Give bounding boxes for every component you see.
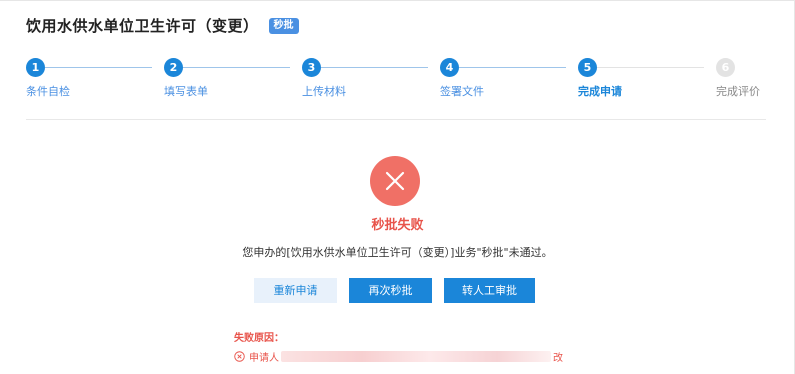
fail-reason-title: 失败原因： [234, 333, 284, 344]
step-connector [597, 67, 704, 68]
step-5-circle: 5 [578, 58, 597, 77]
step-6-circle: 6 [716, 58, 735, 77]
fail-reason-text-start: 申请人 [249, 353, 279, 364]
step-connector [45, 67, 152, 68]
step-connector [459, 67, 566, 68]
step-connector [183, 67, 290, 68]
step-3-circle: 3 [302, 58, 321, 77]
step-2-label: 填写表单 [164, 85, 208, 98]
step-2-circle: 2 [164, 58, 183, 77]
result-title: 秒批失败 [371, 218, 424, 233]
step-4-circle: 4 [440, 58, 459, 77]
step-3-label: 上传材料 [302, 85, 346, 98]
step-6-label: 完成评价 [716, 85, 760, 98]
result-message: 您申办的[饮用水供水单位卫生许可（变更）]业务"秒批"未通过。 [242, 246, 553, 259]
fail-reason-text-end: 改 [553, 353, 563, 364]
redacted-text [281, 351, 551, 362]
step-1-label: 条件自检 [26, 85, 70, 98]
close-icon [385, 171, 405, 191]
step-connector [321, 67, 428, 68]
circle-x-icon [234, 351, 245, 362]
fail-status-icon [370, 156, 420, 206]
page: 饮用水供水单位卫生许可（变更） 秒批 1 2 3 4 5 6 条件自检 填写表单… [0, 0, 795, 374]
divider [26, 119, 766, 120]
reapply-button[interactable]: 重新申请 [254, 278, 337, 303]
manual-review-button[interactable]: 转人工审批 [444, 278, 535, 303]
step-1-circle: 1 [26, 58, 45, 77]
step-4-label: 签署文件 [440, 85, 484, 98]
retry-instant-approval-button[interactable]: 再次秒批 [349, 278, 432, 303]
fail-reason-item: 申请人 改 [234, 349, 563, 364]
step-5-label: 完成申请 [578, 85, 622, 98]
progress-steps: 1 2 3 4 5 6 条件自检 填写表单 上传材料 签署文件 完成申请 完成评… [0, 1, 795, 111]
